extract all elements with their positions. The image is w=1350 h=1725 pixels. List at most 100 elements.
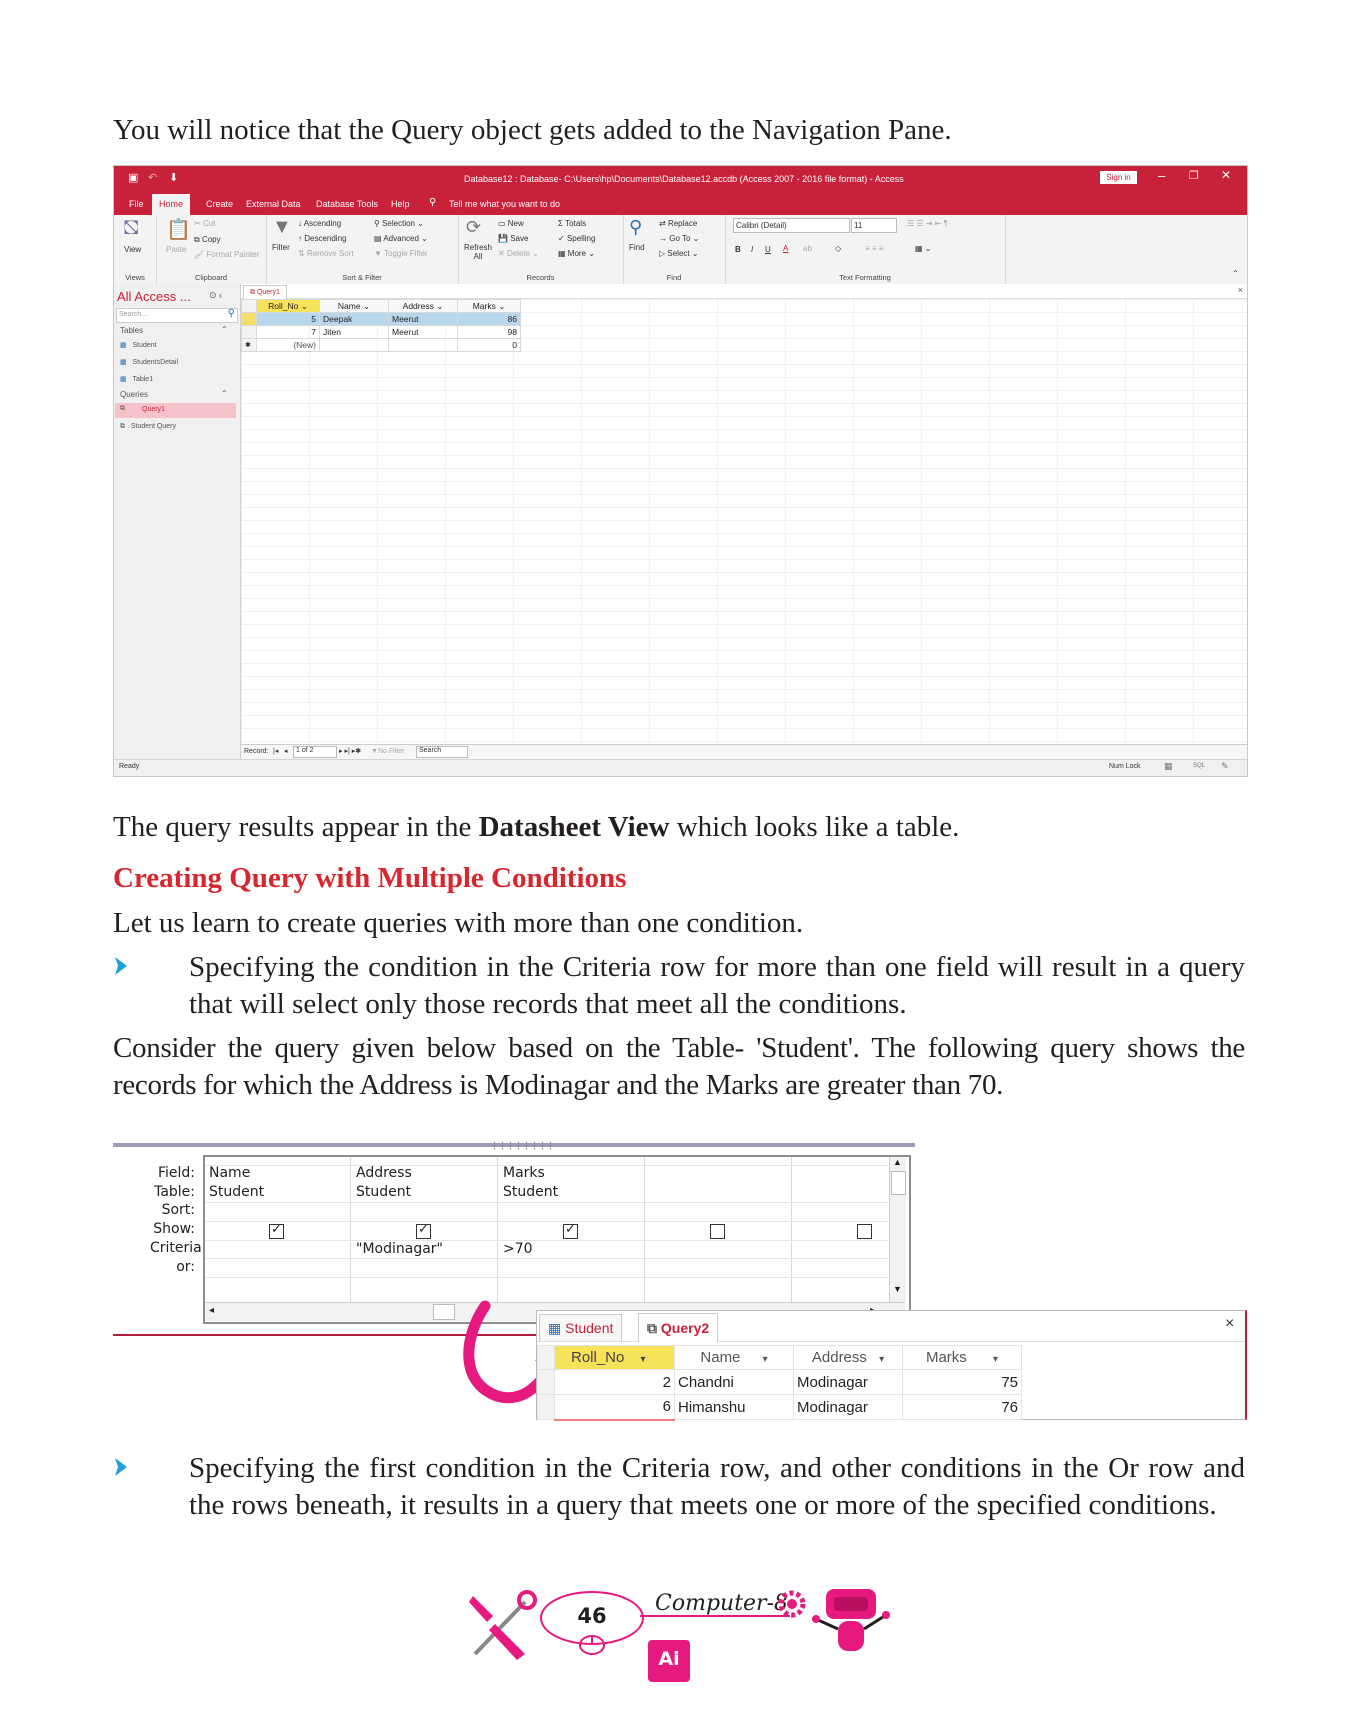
advanced-button[interactable]: ▤ Advanced ⌄ xyxy=(374,234,428,243)
remove-sort-button[interactable]: ⇅ Remove Sort xyxy=(298,249,354,258)
table-row[interactable]: 5 Deepak Meerut 86 xyxy=(241,312,521,326)
save-icon[interactable]: ▣ xyxy=(128,171,138,184)
collapse-icon[interactable]: ⌃ xyxy=(221,389,228,398)
tab-query1[interactable]: ⧉ Query1 xyxy=(243,285,287,299)
refresh-icon[interactable]: ⟳ xyxy=(466,217,481,238)
paste-icon[interactable]: 📋 xyxy=(166,217,191,242)
find-icon[interactable]: ⚲ xyxy=(629,217,642,238)
scroll-up-icon[interactable]: ▲ xyxy=(893,1157,902,1167)
sign-in-button[interactable]: Sign in xyxy=(1100,171,1137,184)
cell-roll-no[interactable]: 5 xyxy=(256,312,320,326)
refresh-all-button[interactable]: Refresh All xyxy=(462,243,494,261)
view-icon[interactable]: ⛞ xyxy=(123,217,139,242)
collapse-ribbon-icon[interactable]: ⌃ xyxy=(1232,269,1239,278)
undo-icon[interactable]: ↶ xyxy=(148,171,157,184)
nav-item-table1[interactable]: ▦ Table1 xyxy=(120,375,153,383)
column-header-name[interactable]: Name ⌄ xyxy=(319,299,389,313)
cell-marks[interactable]: 75 xyxy=(902,1369,1022,1395)
view-button[interactable]: View xyxy=(124,245,141,254)
show-checkbox[interactable]: ✓ xyxy=(269,1221,284,1239)
cell-address[interactable]: Modinagar xyxy=(793,1394,903,1420)
new-row-label[interactable]: (New) xyxy=(256,338,320,352)
nav-menu-icon[interactable]: ⊙ ‹ xyxy=(209,290,222,301)
filter-icon[interactable]: ▼ xyxy=(272,216,292,239)
close-icon[interactable]: × xyxy=(1225,1315,1234,1333)
cell-roll-no[interactable]: 7 xyxy=(256,325,320,339)
gridlines-button[interactable]: ▦ ⌄ xyxy=(915,244,931,253)
cell-marks[interactable]: 86 xyxy=(457,312,521,326)
list-buttons[interactable]: ☰ ☰ ⇥ ⇤ ¶ xyxy=(907,219,948,228)
record-position[interactable]: 1 of 2 xyxy=(293,746,337,758)
align-buttons[interactable]: ≡ ≡ ≡ xyxy=(865,244,883,253)
row-selector[interactable] xyxy=(537,1369,555,1395)
cell-roll-no[interactable]: 2 xyxy=(554,1369,675,1395)
font-size-select[interactable]: 11 xyxy=(851,218,897,233)
vertical-scrollbar[interactable]: ▲ ▼ xyxy=(889,1157,906,1302)
cell-marks[interactable]: 0 xyxy=(457,338,521,352)
cell-name[interactable]: Himanshu xyxy=(674,1394,794,1420)
filter-button[interactable]: Filter xyxy=(272,243,290,252)
sql-view-icon[interactable]: SQL xyxy=(1193,763,1205,769)
customize-icon[interactable]: ⬇ xyxy=(169,171,178,184)
nav-item-studentsdetail[interactable]: ▦ StudentsDetail xyxy=(120,358,178,366)
close-icon[interactable]: × xyxy=(1238,285,1243,295)
replace-button[interactable]: ⇄ Replace xyxy=(659,219,697,228)
cell-roll-no[interactable]: 6 xyxy=(554,1394,675,1421)
splitter-grip-icon[interactable]: ︙︙︙︙︙︙︙︙ xyxy=(490,1139,555,1152)
find-button[interactable]: Find xyxy=(629,243,645,252)
minimize-icon[interactable]: – xyxy=(1158,168,1165,183)
tab-external-data[interactable]: External Data xyxy=(246,199,301,209)
nav-search-box[interactable]: Search... ⚲ xyxy=(116,308,238,323)
nav-item-student-query[interactable]: ⧉ Student Query xyxy=(120,423,176,431)
cell-address[interactable] xyxy=(388,338,458,352)
cell-name[interactable]: Deepak xyxy=(319,312,389,326)
field-cell[interactable]: Address xyxy=(356,1165,412,1181)
tab-create[interactable]: Create xyxy=(206,199,233,209)
show-checkbox[interactable]: ✓ xyxy=(563,1221,578,1239)
nav-item-student[interactable]: ▦ Student xyxy=(120,341,157,349)
next-record-buttons[interactable]: ▸ ▸| ▸✱ xyxy=(339,747,361,755)
descending-button[interactable]: ↑ Descending xyxy=(298,234,346,243)
show-checkbox[interactable] xyxy=(710,1224,725,1239)
column-header-roll-no[interactable]: Roll_No ⌄ xyxy=(256,299,320,313)
table-row[interactable]: 7 Jiten Meerut 98 xyxy=(241,325,521,339)
spelling-button[interactable]: ✓ Spelling xyxy=(558,234,595,243)
ascending-button[interactable]: ↓ Ascending xyxy=(298,219,341,228)
go-to-button[interactable]: → Go To ⌄ xyxy=(659,234,699,243)
column-header-name[interactable]: Name ▾ xyxy=(674,1345,794,1370)
cell-marks[interactable]: 98 xyxy=(457,325,521,339)
row-selector[interactable] xyxy=(241,312,257,326)
row-selector[interactable] xyxy=(537,1394,555,1420)
field-cell[interactable]: Name xyxy=(209,1165,250,1181)
queries-section[interactable]: Queries xyxy=(120,390,148,399)
column-header-marks[interactable]: Marks ▾ xyxy=(902,1345,1022,1370)
tell-me-box[interactable]: Tell me what you want to do xyxy=(449,199,560,209)
tab-help[interactable]: Help xyxy=(391,199,410,209)
first-record-button[interactable]: |◂ xyxy=(273,747,278,755)
column-header-roll-no[interactable]: Roll_No ▾ xyxy=(554,1345,675,1370)
scroll-thumb[interactable] xyxy=(433,1304,455,1320)
tables-section[interactable]: Tables xyxy=(120,326,143,335)
cell-marks[interactable]: 76 xyxy=(902,1394,1022,1420)
design-view-icon[interactable]: ✎ xyxy=(1221,761,1229,772)
cell-name[interactable]: Jiten xyxy=(319,325,389,339)
table-cell[interactable]: Student xyxy=(209,1184,264,1200)
cell-address[interactable]: Meerut xyxy=(388,325,458,339)
tab-query2[interactable]: ⧉ Query2 xyxy=(638,1313,719,1342)
cell-name[interactable] xyxy=(319,338,389,352)
prev-record-button[interactable]: ◂ xyxy=(284,747,288,755)
new-record-button[interactable]: ▭ New xyxy=(498,219,524,228)
highlight-button[interactable]: ab xyxy=(803,244,812,253)
toggle-filter-button[interactable]: ▼ Toggle Filter xyxy=(374,249,428,258)
field-cell[interactable]: Marks xyxy=(503,1165,545,1181)
datasheet-view-icon[interactable]: ▦ xyxy=(1164,761,1173,772)
tab-student[interactable]: ▦ Student xyxy=(539,1314,623,1341)
cut-button[interactable]: ✂ Cut xyxy=(194,219,215,228)
selection-button[interactable]: ⚲ Selection ⌄ xyxy=(374,219,424,228)
nav-item-query1[interactable]: ⧉ Query1 xyxy=(115,403,236,418)
copy-button[interactable]: ⧉ Copy xyxy=(194,235,221,245)
paste-button[interactable]: Paste xyxy=(166,245,186,254)
scroll-thumb[interactable] xyxy=(891,1171,906,1195)
delete-record-button[interactable]: ✕ Delete ⌄ xyxy=(498,249,539,258)
criteria-cell[interactable]: "Modinagar" xyxy=(356,1241,443,1257)
